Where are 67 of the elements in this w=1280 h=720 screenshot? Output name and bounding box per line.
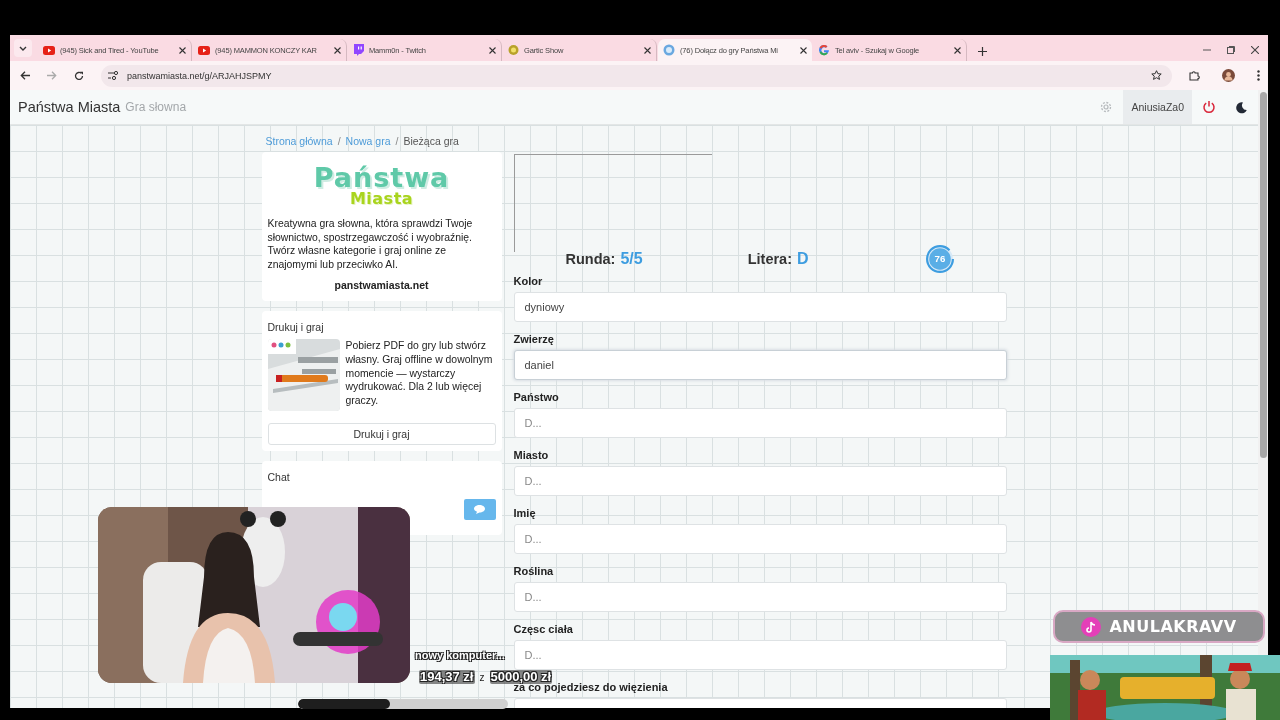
answer-field[interactable]: D...	[513, 640, 1007, 670]
plus-icon[interactable]	[978, 47, 987, 56]
globe-icon	[663, 44, 675, 56]
breadcrumb-separator: /	[337, 134, 341, 147]
timer: 76	[925, 245, 954, 273]
scrollbar-thumb[interactable]	[1259, 92, 1267, 458]
print-text: Pobierz PDF do gry lub stwórz własny. Graj offline w dowolnym momencie — wystarczy wydrukować. Dla 2 lub więcej graczy.	[345, 339, 494, 408]
letter-label: Litera:	[747, 251, 792, 267]
field-label: Miasto	[513, 449, 550, 463]
avatar-icon[interactable]	[1222, 69, 1235, 82]
round-value: 5/5	[620, 250, 643, 268]
user-button[interactable]: AniusiaZa0	[1123, 90, 1192, 124]
answer-field[interactable]: daniel	[513, 350, 1007, 380]
card-title: Drukuj i graj	[267, 321, 325, 334]
card-title: Chat	[267, 471, 291, 484]
breadcrumb-current: Bieżąca gra	[403, 134, 459, 147]
site-title[interactable]: Państwa Miasta	[18, 99, 121, 115]
google-icon	[818, 44, 830, 56]
puzzle-icon[interactable]	[1189, 70, 1200, 81]
more-menu-icon[interactable]	[1257, 70, 1260, 81]
intro-text: Kreatywna gra słowna, która sprawdzi Twoje słownictwo, spostrzegawczość i wyobraźnię. Twórz własne kategorie i graj online ze znajomymi lub przeciwko AI.	[267, 217, 474, 272]
close-icon[interactable]	[800, 46, 807, 54]
goal-target: 5000,00 zł	[489, 670, 553, 684]
star-icon[interactable]	[1151, 70, 1162, 81]
speech-bubble-icon	[474, 505, 485, 515]
field-label: Imię	[513, 507, 537, 521]
close-icon[interactable]	[179, 46, 186, 54]
site-address: panstwamiasta.net	[333, 279, 430, 292]
close-icon[interactable]	[489, 46, 496, 54]
print-button[interactable]: Drukuj i graj	[267, 423, 496, 446]
round-label: Runda:	[565, 251, 616, 267]
back-arrow-icon[interactable]	[20, 71, 30, 80]
goal-amount: 194,37 zł	[419, 670, 475, 684]
chevron-down-icon	[19, 45, 27, 51]
play-icon	[198, 45, 210, 55]
field-label: Zwierzę	[513, 333, 555, 347]
channel-name: ANULAKRAVV	[1109, 617, 1237, 636]
close-icon[interactable]	[1251, 46, 1259, 54]
power-icon[interactable]	[1202, 100, 1216, 114]
field-label: Kolor	[513, 275, 544, 289]
reload-icon[interactable]	[74, 70, 84, 81]
answer-field[interactable]: D...	[513, 408, 1007, 438]
answer-field[interactable]: D...	[513, 466, 1007, 496]
breadcrumb-separator: /	[395, 134, 399, 147]
answer-field[interactable]: D...	[513, 524, 1007, 554]
moon-icon[interactable]	[1235, 100, 1248, 114]
chat-bubble-icon	[353, 44, 364, 56]
logo-subtitle: Miasta	[349, 191, 414, 207]
site-settings-icon[interactable]	[108, 71, 119, 80]
tab-list-button[interactable]	[14, 39, 32, 57]
music-note-icon	[1081, 616, 1102, 637]
answer-field[interactable]: dyniowy	[513, 292, 1007, 322]
play-icon	[43, 45, 55, 55]
restore-icon[interactable]	[1227, 46, 1235, 54]
answer-field[interactable]: D...	[513, 582, 1007, 612]
close-icon[interactable]	[334, 46, 341, 54]
goal-separator: z	[479, 671, 485, 685]
close-icon[interactable]	[644, 46, 651, 54]
close-icon[interactable]	[954, 46, 961, 54]
field-label: Częsc ciała	[513, 623, 574, 637]
goal-title: nowy komputer...	[415, 649, 505, 661]
site-subtitle: Gra słowna	[125, 100, 187, 114]
logo-title: Państwa	[313, 164, 450, 191]
field-label: Państwo	[513, 391, 560, 405]
field-label: Roślina	[513, 565, 555, 579]
letter-value: D	[797, 250, 809, 268]
address-field[interactable]: panstwamiasta.net/g/ARJAHJSPMY	[101, 64, 1172, 87]
